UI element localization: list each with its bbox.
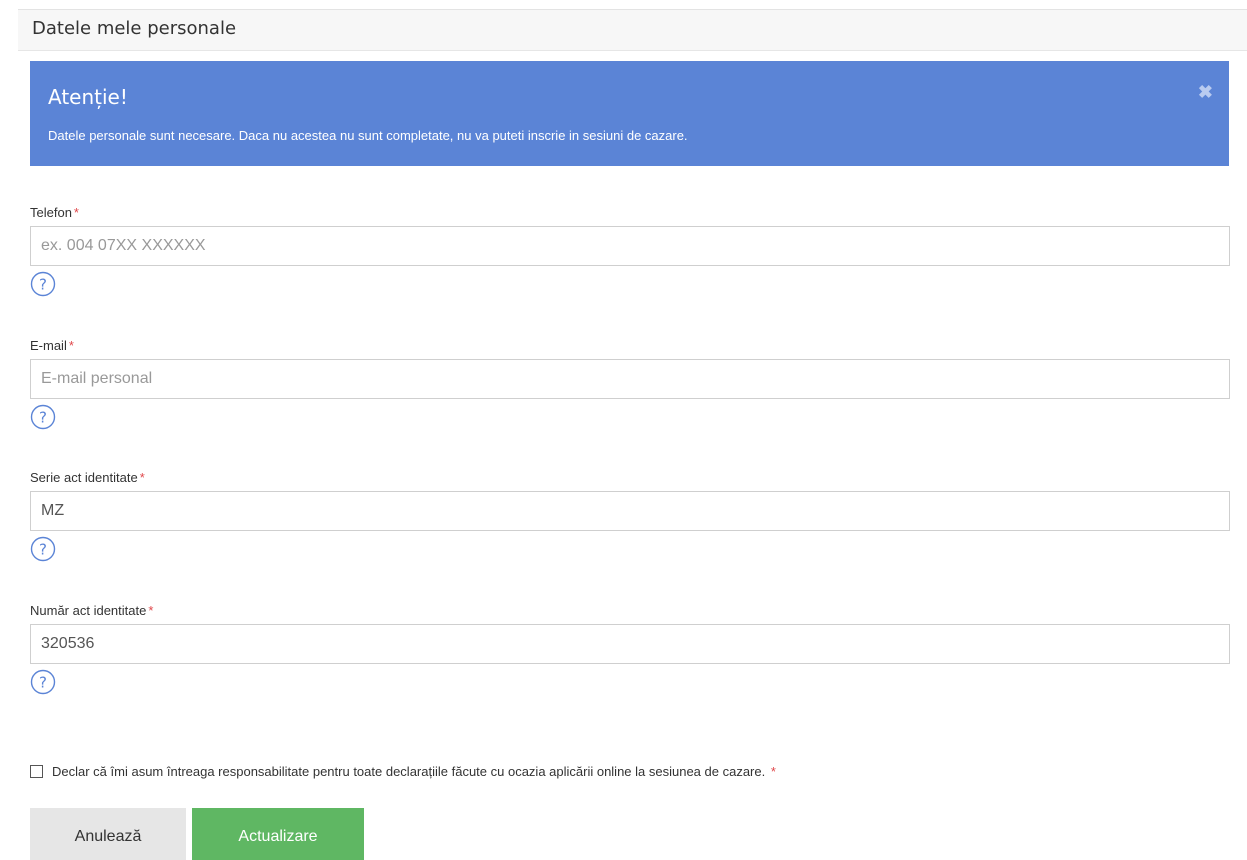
id-series-input[interactable] bbox=[30, 491, 1230, 531]
attention-alert: Atenție! Datele personale sunt necesare.… bbox=[30, 61, 1229, 166]
required-asterisk: * bbox=[770, 764, 776, 779]
svg-text:?: ? bbox=[39, 541, 47, 559]
page-header: Datele mele personale bbox=[18, 9, 1247, 51]
id-number-label: Număr act identitate * bbox=[30, 603, 154, 618]
question-circle-icon[interactable]: ? bbox=[30, 536, 56, 562]
phone-input[interactable] bbox=[30, 226, 1230, 266]
required-asterisk: * bbox=[139, 470, 145, 485]
svg-text:?: ? bbox=[39, 409, 47, 427]
email-label: E-mail * bbox=[30, 338, 74, 353]
alert-title: Atenție! bbox=[48, 85, 128, 109]
question-circle-icon[interactable]: ? bbox=[30, 669, 56, 695]
cancel-button[interactable]: Anulează bbox=[30, 808, 186, 860]
phone-label: Telefon * bbox=[30, 205, 79, 220]
required-asterisk: * bbox=[73, 205, 79, 220]
question-circle-icon[interactable]: ? bbox=[30, 404, 56, 430]
id-number-input[interactable] bbox=[30, 624, 1230, 664]
required-asterisk: * bbox=[68, 338, 74, 353]
question-circle-icon[interactable]: ? bbox=[30, 271, 56, 297]
declaration-checkbox[interactable] bbox=[30, 765, 43, 778]
svg-text:?: ? bbox=[39, 276, 47, 294]
required-asterisk: * bbox=[148, 603, 154, 618]
email-input[interactable] bbox=[30, 359, 1230, 399]
close-icon[interactable]: ✖ bbox=[1198, 83, 1213, 101]
update-button[interactable]: Actualizare bbox=[192, 808, 364, 860]
declaration-row: Declar că îmi asum întreaga responsabili… bbox=[30, 764, 776, 779]
page-title: Datele mele personale bbox=[32, 18, 237, 39]
declaration-text: Declar că îmi asum întreaga responsabili… bbox=[52, 764, 776, 779]
alert-message: Datele personale sunt necesare. Daca nu … bbox=[48, 128, 688, 143]
id-series-label: Serie act identitate * bbox=[30, 470, 145, 485]
svg-text:?: ? bbox=[39, 674, 47, 692]
